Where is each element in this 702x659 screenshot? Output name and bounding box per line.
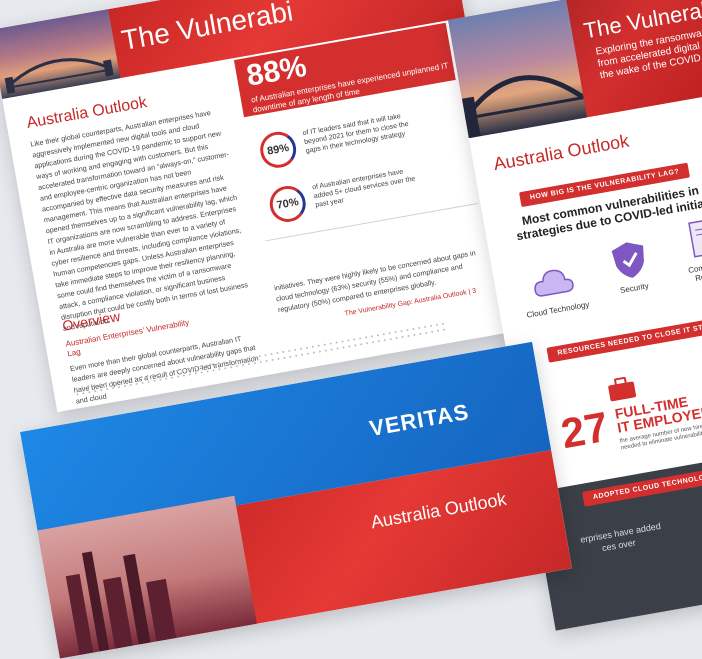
right-bridge-photo — [448, 0, 588, 139]
ring-89-value: 89% — [266, 141, 291, 158]
compliance-item: Compliance & Regulatory — [665, 212, 702, 287]
ring-89: 89% — [257, 128, 300, 171]
ring-70-text: of Australian enterprises have added 5+ … — [311, 168, 416, 210]
bridge-illustration — [4, 58, 114, 94]
cloud-icon — [534, 269, 574, 297]
cloud-technology-item: Cloud Technology — [510, 255, 598, 321]
harbour-bridge-photo — [0, 9, 121, 99]
left-body-text: Like their global counterparts, Australi… — [29, 108, 249, 333]
security-label: Security — [619, 281, 650, 296]
right-bridge-illustration — [461, 75, 585, 139]
certificate-icon — [688, 217, 702, 258]
ring-89-text: of IT leaders said that it will take bey… — [302, 113, 410, 155]
right-section-title: Australia Outlook — [492, 130, 631, 175]
ring-70: 70% — [266, 183, 309, 225]
briefcase-icon — [608, 376, 637, 402]
fte-count: 27 — [557, 402, 612, 458]
security-item: Security — [592, 234, 670, 298]
ring-70-value: 70% — [275, 196, 300, 212]
pill-resources-needed: RESOURCES NEEDED TO CLOSE IT STRATEGY GA… — [546, 307, 702, 363]
left-report-page: The Vulnerabi Australia Outlook Like the… — [0, 0, 521, 413]
shield-icon — [611, 242, 644, 278]
